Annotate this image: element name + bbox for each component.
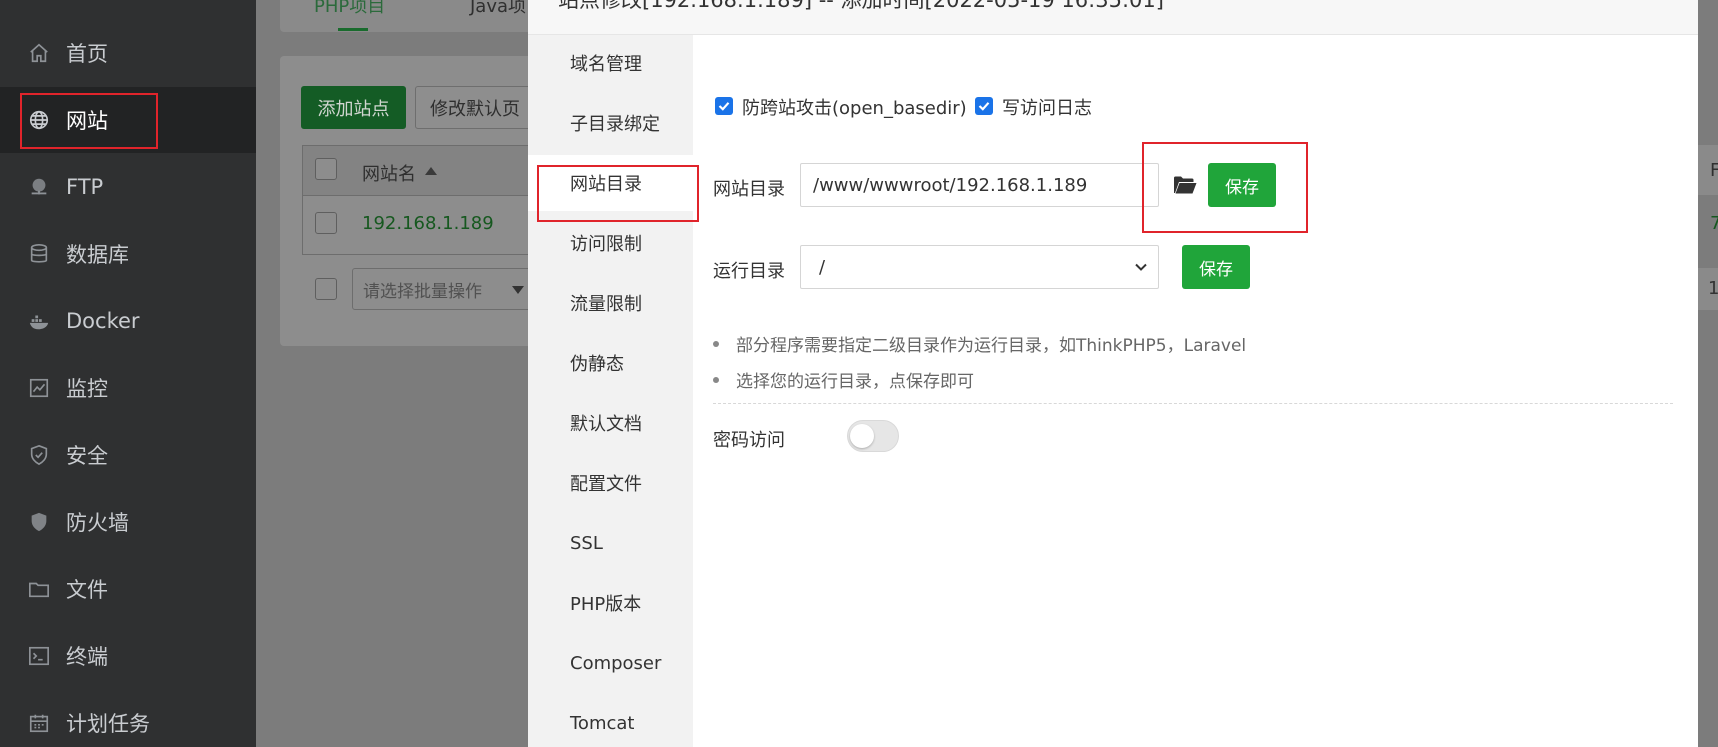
add-site-button[interactable]: 添加站点 — [301, 86, 406, 129]
sidebar-item-docker[interactable]: Docker — [0, 288, 256, 354]
monitor-icon — [28, 377, 50, 399]
site-dir-value: /www/wwwroot/192.168.1.189 — [813, 174, 1088, 196]
pagination-number[interactable]: 1 — [1708, 278, 1718, 299]
sidebar-item-label: 终端 — [66, 645, 108, 669]
sidebar-item-database[interactable]: 数据库 — [0, 221, 256, 287]
modify-default-page-button[interactable]: 修改默认页 — [415, 86, 535, 129]
sidebar-item-cron[interactable]: 计划任务 — [0, 690, 256, 747]
batch-select-checkbox[interactable] — [315, 278, 337, 300]
column-header-site-name[interactable]: 网站名 — [362, 160, 416, 186]
chevron-down-icon — [512, 286, 524, 294]
home-icon — [28, 42, 50, 64]
highlight-box-sidebar-website — [20, 93, 158, 149]
sidebar-item-firewall[interactable]: 防火墙 — [0, 489, 256, 555]
menu-item-tomcat[interactable]: Tomcat — [528, 695, 693, 747]
open-basedir-label: 防跨站攻击(open_basedir) — [742, 98, 967, 119]
access-log-label: 写访问日志 — [1002, 98, 1092, 119]
shield-icon — [28, 444, 50, 466]
access-log-checkbox[interactable] — [975, 97, 993, 115]
terminal-icon — [28, 645, 50, 667]
sort-asc-icon[interactable] — [424, 166, 438, 176]
sidebar-item-label: 数据库 — [66, 243, 129, 267]
tab-java-project[interactable]: Java项 — [470, 0, 526, 18]
menu-item-config-file[interactable]: 配置文件 — [528, 455, 693, 511]
tip-text: 部分程序需要指定二级目录作为运行目录，如ThinkPHP5，Laravel — [736, 336, 1247, 356]
sidebar-item-label: Docker — [66, 309, 140, 333]
calendar-icon — [28, 712, 50, 734]
tip-item: 选择您的运行目录，点保存即可 — [713, 367, 974, 392]
ftp-icon — [28, 176, 50, 198]
open-basedir-checkbox[interactable] — [715, 97, 733, 115]
modal-title-bar: 站点修改[192.168.1.189] -- 添加时间[2022-05-19 1… — [528, 0, 1698, 35]
sidebar-item-monitor[interactable]: 监控 — [0, 355, 256, 421]
docker-icon — [28, 310, 50, 332]
active-tab-indicator — [338, 28, 368, 31]
row-checkbox[interactable] — [315, 212, 337, 234]
menu-item-default-doc[interactable]: 默认文档 — [528, 395, 693, 451]
batch-select-placeholder: 请选择批量操作 — [363, 281, 482, 302]
password-access-toggle[interactable] — [847, 420, 899, 452]
save-run-dir-button[interactable]: 保存 — [1182, 245, 1250, 289]
menu-item-composer[interactable]: Composer — [528, 635, 693, 691]
sidebar-item-terminal[interactable]: 终端 — [0, 623, 256, 689]
menu-item-traffic-limit[interactable]: 流量限制 — [528, 275, 693, 331]
checkmark-icon — [718, 102, 730, 111]
tip-item: 部分程序需要指定二级目录作为运行目录，如ThinkPHP5，Laravel — [713, 331, 1246, 356]
run-dir-label: 运行目录 — [713, 261, 785, 282]
sidebar-item-files[interactable]: 文件 — [0, 556, 256, 622]
run-dir-select[interactable]: / — [800, 245, 1159, 289]
modal-side-menu: 域名管理 子目录绑定 网站目录 访问限制 流量限制 伪静态 默认文档 配置文件 … — [528, 35, 693, 747]
sidebar-item-ftp[interactable]: FTP — [0, 154, 256, 220]
sidebar-item-label: FTP — [66, 175, 104, 199]
tab-php-project[interactable]: PHP项目 — [314, 0, 385, 18]
menu-item-ssl[interactable]: SSL — [528, 515, 693, 571]
sidebar-item-home[interactable]: 首页 — [0, 20, 256, 86]
toggle-knob — [850, 424, 874, 448]
modal-title: 站点修改[192.168.1.189] -- 添加时间[2022-05-19 1… — [558, 0, 1164, 12]
highlight-box-folder-save — [1142, 142, 1308, 233]
site-dir-label: 网站目录 — [713, 179, 785, 200]
menu-item-php-version[interactable]: PHP版本 — [528, 575, 693, 631]
batch-operation-select[interactable]: 请选择批量操作 — [352, 268, 532, 310]
menu-item-domain[interactable]: 域名管理 — [528, 35, 693, 91]
select-all-checkbox[interactable] — [315, 158, 337, 180]
menu-item-rewrite[interactable]: 伪静态 — [528, 335, 693, 391]
firewall-icon — [28, 511, 50, 533]
checkmark-icon — [978, 102, 990, 111]
chevron-down-icon — [1135, 263, 1147, 271]
site-dir-input[interactable]: /www/wwwroot/192.168.1.189 — [800, 163, 1159, 207]
bullet-icon — [713, 377, 719, 383]
bullet-icon — [713, 341, 719, 347]
sidebar-item-label: 计划任务 — [66, 712, 150, 736]
site-edit-modal: 站点修改[192.168.1.189] -- 添加时间[2022-05-19 1… — [528, 0, 1698, 747]
background-table-right-edge — [1698, 0, 1718, 747]
sidebar-item-label: 首页 — [66, 42, 108, 66]
divider — [713, 403, 1673, 404]
highlight-box-site-directory-menu — [537, 165, 699, 222]
sidebar-item-label: 安全 — [66, 444, 108, 468]
sidebar-item-label: 监控 — [66, 377, 108, 401]
sidebar-item-label: 防火墙 — [66, 511, 129, 535]
sidebar-item-label: 文件 — [66, 578, 108, 602]
tip-text: 选择您的运行目录，点保存即可 — [736, 372, 974, 392]
right-column-header: F — [1710, 160, 1718, 181]
sidebar-item-security[interactable]: 安全 — [0, 422, 256, 488]
database-icon — [28, 243, 50, 265]
folder-icon — [28, 578, 50, 600]
password-access-label: 密码访问 — [713, 430, 785, 451]
menu-item-subdir-binding[interactable]: 子目录绑定 — [528, 95, 693, 151]
site-name-link[interactable]: 192.168.1.189 — [362, 213, 494, 234]
run-dir-value: / — [819, 256, 826, 278]
menu-item-access-limit[interactable]: 访问限制 — [528, 215, 693, 271]
right-column-value: 7 — [1710, 213, 1718, 234]
